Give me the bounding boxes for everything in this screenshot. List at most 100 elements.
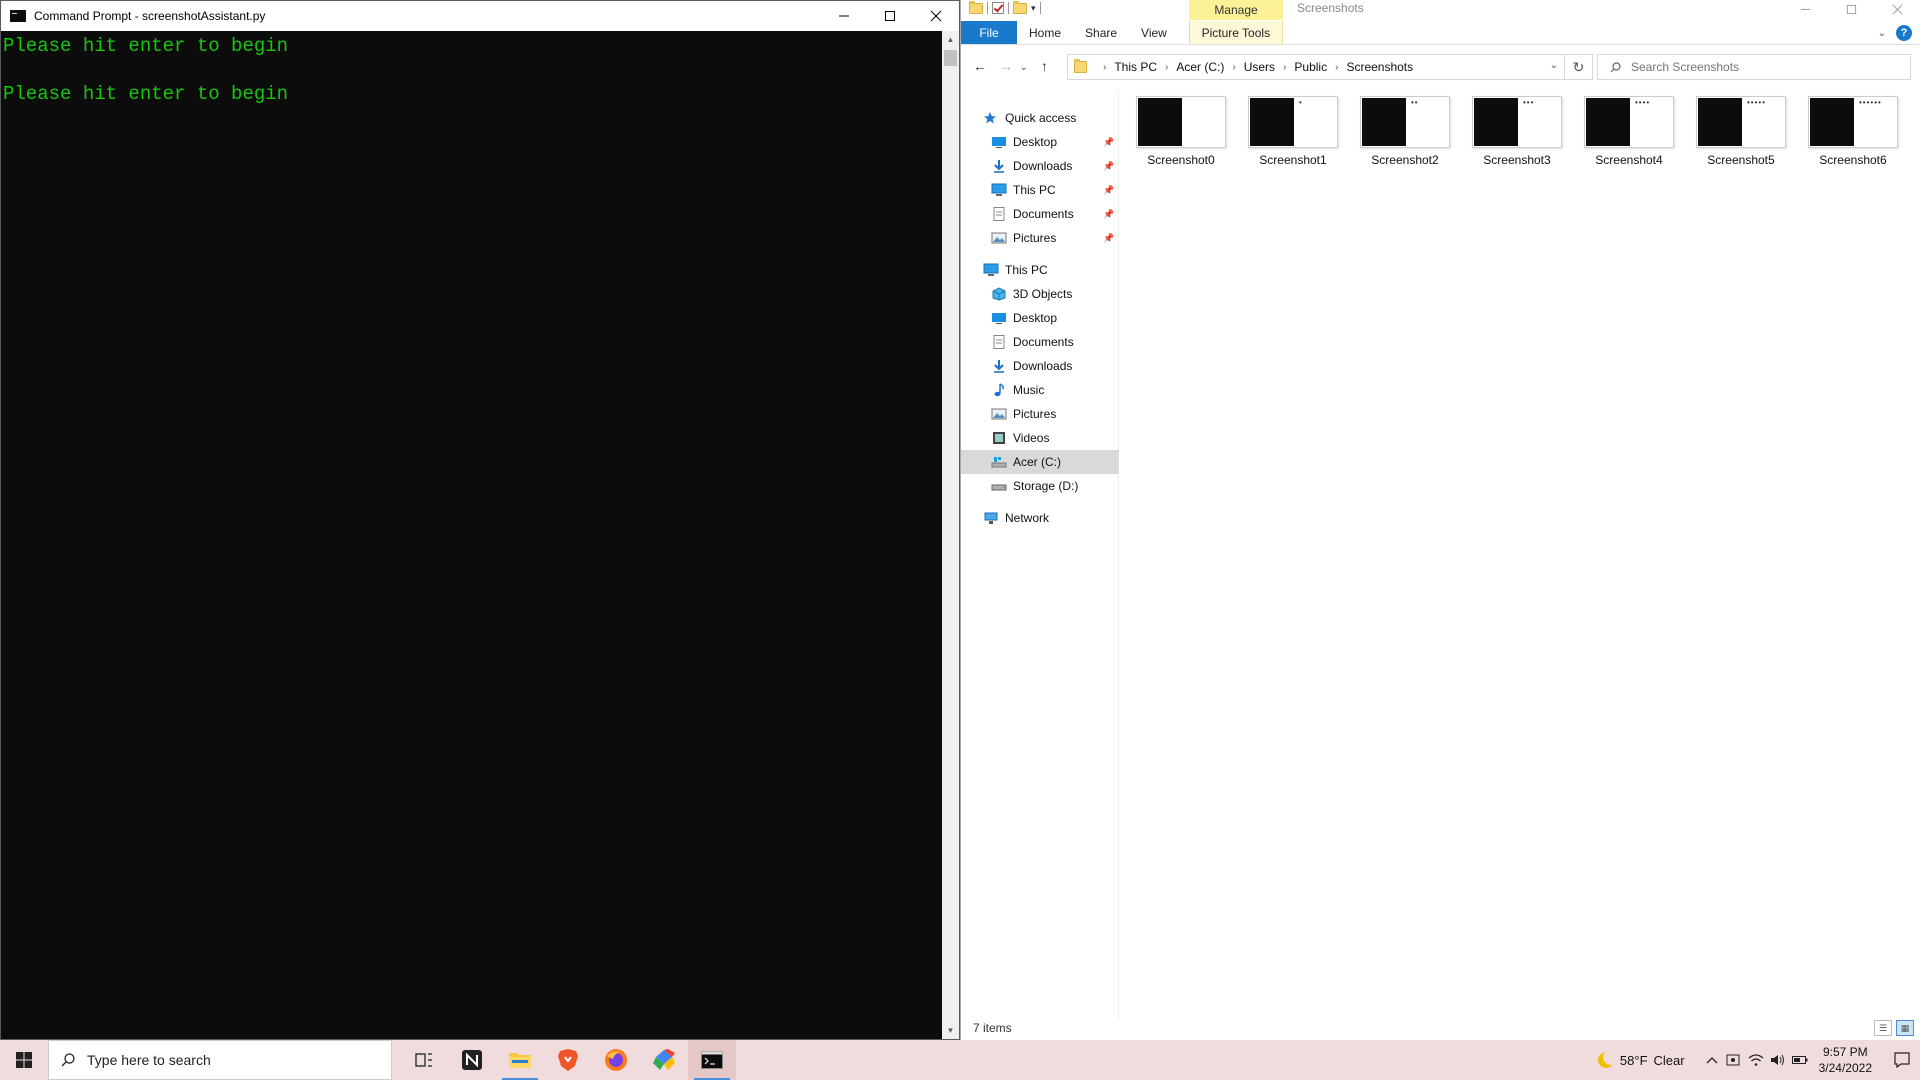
nav-item-label: Acer (C:) [1013,455,1061,469]
new-folder-icon[interactable] [1013,0,1027,14]
chevron-right-icon[interactable]: › [1283,62,1286,73]
nav-quick-this-pc[interactable]: This PC 📌 [961,178,1119,202]
file-explorer-window[interactable]: ▾ Manage Screenshots File Home Share Vie… [960,0,1920,1040]
back-arrow-icon[interactable]: ← [973,58,987,74]
nav-item-label: Documents [1013,207,1074,221]
pin-icon[interactable]: 📌 [1103,185,1114,196]
nav-pictures[interactable]: Pictures [961,402,1119,426]
explorer-window-title: Screenshots [1297,1,1364,15]
scroll-thumb[interactable] [944,50,957,66]
nav-quick-documents[interactable]: Documents 📌 [961,202,1119,226]
forward-arrow-icon[interactable]: → [999,58,1013,74]
recent-locations-icon[interactable]: ⌄ [1020,62,1028,73]
nav-quick-downloads[interactable]: Downloads 📌 [961,154,1119,178]
nav-storage-d[interactable]: Storage (D:) [961,474,1119,498]
close-button[interactable] [913,1,959,31]
scroll-up-icon[interactable]: ▲ [942,31,959,48]
explorer-titlebar[interactable]: ▾ Manage Screenshots [961,0,1920,22]
nav-desktop[interactable]: Desktop [961,306,1119,330]
file-item[interactable]: Screenshot0 [1131,96,1231,174]
chevron-right-icon[interactable]: › [1165,62,1168,73]
computer-icon [983,263,999,277]
taskbar-app-file-explorer[interactable] [496,1040,544,1080]
chevron-down-icon[interactable]: ⌄ [1550,60,1558,71]
maximize-button[interactable] [1828,0,1874,18]
battery-icon[interactable] [1789,1040,1811,1080]
pin-icon[interactable]: 📌 [1103,209,1114,220]
tab-picture-tools[interactable]: Picture Tools [1188,21,1283,44]
nav-acer-c[interactable]: Acer (C:) [961,450,1119,474]
manage-contextual-tab[interactable]: Manage [1189,0,1283,20]
chevron-right-icon[interactable]: › [1232,62,1235,73]
task-view-button[interactable] [400,1040,448,1080]
minimize-button[interactable] [1782,0,1828,18]
pin-icon[interactable]: 📌 [1103,161,1114,172]
volume-icon[interactable] [1767,1040,1789,1080]
tab-share[interactable]: Share [1073,21,1129,44]
taskbar-search[interactable]: Type here to search [48,1040,392,1080]
file-item[interactable]: ••••• Screenshot5 [1691,96,1791,174]
nav-quick-desktop[interactable]: Desktop 📌 [961,130,1119,154]
start-button[interactable] [0,1040,48,1080]
chevron-up-icon[interactable] [1701,1040,1723,1080]
file-item[interactable]: •••••• Screenshot6 [1803,96,1903,174]
tab-view[interactable]: View [1129,21,1179,44]
nav-network[interactable]: Network [961,506,1119,530]
maximize-button[interactable] [867,1,913,31]
minimize-button[interactable] [821,1,867,31]
taskbar: Type here to search 58°F Clear 9:57 PM 3… [0,1040,1920,1080]
up-arrow-icon[interactable]: ↑ [1041,58,1048,74]
nav-3d-objects[interactable]: 3D Objects [961,282,1119,306]
nav-downloads[interactable]: Downloads [961,354,1119,378]
notification-center-button[interactable] [1884,1040,1920,1080]
chevron-right-icon[interactable]: › [1103,62,1106,73]
network-icon [983,511,999,525]
nav-this-pc[interactable]: This PC [961,258,1119,282]
taskbar-app-brave[interactable] [544,1040,592,1080]
file-item[interactable]: ••• Screenshot3 [1467,96,1567,174]
console-output[interactable]: Please hit enter to begin Please hit ent… [1,31,941,1039]
file-item[interactable]: • Screenshot1 [1243,96,1343,174]
customize-toolbar-icon[interactable]: ▾ [1031,3,1036,14]
file-item[interactable]: •• Screenshot2 [1355,96,1455,174]
scroll-down-icon[interactable]: ▼ [942,1022,959,1039]
breadcrumb-acer-c[interactable]: Acer (C:) [1176,60,1224,74]
tab-file[interactable]: File [961,21,1017,44]
nav-documents[interactable]: Documents [961,330,1119,354]
clock[interactable]: 9:57 PM 3/24/2022 [1819,1044,1872,1076]
details-view-icon[interactable]: ☰ [1874,1020,1892,1036]
command-prompt-window[interactable]: Command Prompt - screenshotAssistant.py … [0,0,960,1040]
cmd-scrollbar[interactable]: ▲ ▼ [942,31,959,1039]
taskbar-app-firefox[interactable] [592,1040,640,1080]
taskbar-app-command-prompt[interactable] [688,1040,736,1080]
file-item[interactable]: •••• Screenshot4 [1579,96,1679,174]
nav-quick-pictures[interactable]: Pictures 📌 [961,226,1119,250]
tab-home[interactable]: Home [1017,21,1073,44]
pin-icon[interactable]: 📌 [1103,233,1114,244]
taskbar-app-notion[interactable] [448,1040,496,1080]
nav-music[interactable]: Music [961,378,1119,402]
close-button[interactable] [1874,0,1920,18]
help-icon[interactable]: ? [1896,25,1912,41]
properties-icon[interactable] [992,2,1004,14]
chevron-right-icon[interactable]: › [1335,62,1338,73]
meet-now-icon[interactable] [1723,1040,1745,1080]
search-box[interactable] [1597,54,1911,80]
nav-quick-access[interactable]: Quick access [961,106,1119,130]
pin-icon[interactable]: 📌 [1103,137,1114,148]
search-input[interactable] [1631,60,1901,74]
breadcrumb-public[interactable]: Public [1294,60,1327,74]
cmd-titlebar[interactable]: Command Prompt - screenshotAssistant.py [1,1,959,31]
breadcrumb-screenshots[interactable]: Screenshots [1346,60,1413,74]
taskbar-app-google-cloud[interactable] [640,1040,688,1080]
wifi-icon[interactable] [1745,1040,1767,1080]
refresh-button[interactable]: ↻ [1565,54,1593,80]
address-bar[interactable]: › This PC › Acer (C:) › Users › Public ›… [1067,54,1565,80]
nav-item-label: Pictures [1013,231,1057,245]
breadcrumb-this-pc[interactable]: This PC [1114,60,1157,74]
breadcrumb-users[interactable]: Users [1244,60,1275,74]
expand-ribbon-icon[interactable]: ⌄ [1878,28,1886,39]
weather-widget[interactable]: 58°F Clear [1597,1052,1685,1068]
large-icons-view-icon[interactable]: ▦ [1896,1020,1914,1036]
nav-videos[interactable]: Videos [961,426,1119,450]
